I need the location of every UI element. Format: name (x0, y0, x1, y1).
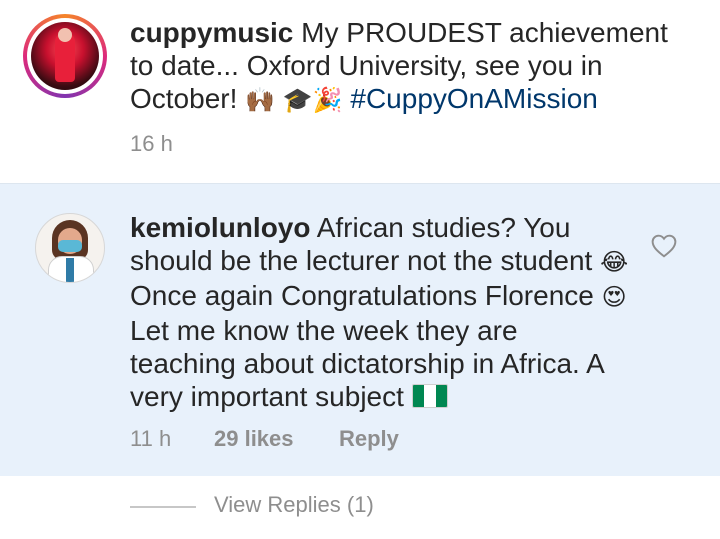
heart-outline-svg (651, 234, 677, 258)
comment-likes-count[interactable]: 29 likes (214, 426, 294, 452)
post-author-avatar[interactable] (23, 14, 107, 98)
replies-divider (130, 506, 196, 508)
comment-line-2: Once again Congratulations Florence (130, 280, 594, 311)
heart-eyes-emoji-icon: 😍 (601, 283, 627, 311)
avatar-photo (31, 22, 99, 90)
post-caption: cuppymusic My PROUDEST achievement to da… (130, 16, 690, 117)
comment-username[interactable]: kemiolunloyo (130, 212, 310, 243)
commenter-avatar[interactable] (35, 213, 105, 283)
comment-line-3: Let me know the week they are teaching a… (130, 315, 604, 412)
reply-button[interactable]: Reply (339, 426, 399, 452)
comment-timestamp: 11 h (130, 426, 172, 451)
view-replies-button[interactable]: View Replies (1) (214, 492, 374, 518)
avatar-mask (58, 240, 82, 252)
like-heart-icon[interactable] (651, 234, 677, 258)
avatar-head (58, 28, 72, 42)
view-replies-row: View Replies (1) (0, 476, 720, 539)
post-hashtag[interactable]: #CuppyOnAMission (350, 83, 597, 114)
comment-text: kemiolunloyo African studies? You should… (130, 211, 630, 413)
laughing-emoji-icon: 😂 (600, 248, 629, 276)
raised-hands-emoji-icon: 🙌🏾 (245, 86, 276, 114)
nigeria-flag-icon (411, 384, 448, 408)
post-timestamp: 16 h (130, 131, 173, 156)
avatar-stripe (66, 258, 74, 282)
graduation-cap-party-emoji-icon: 🎓🎉 (282, 86, 343, 114)
comment-row: kemiolunloyo African studies? You should… (0, 183, 720, 476)
post-username[interactable]: cuppymusic (130, 17, 293, 48)
avatar-ring-inner (27, 18, 103, 94)
post-caption-row: cuppymusic My PROUDEST achievement to da… (0, 0, 720, 182)
